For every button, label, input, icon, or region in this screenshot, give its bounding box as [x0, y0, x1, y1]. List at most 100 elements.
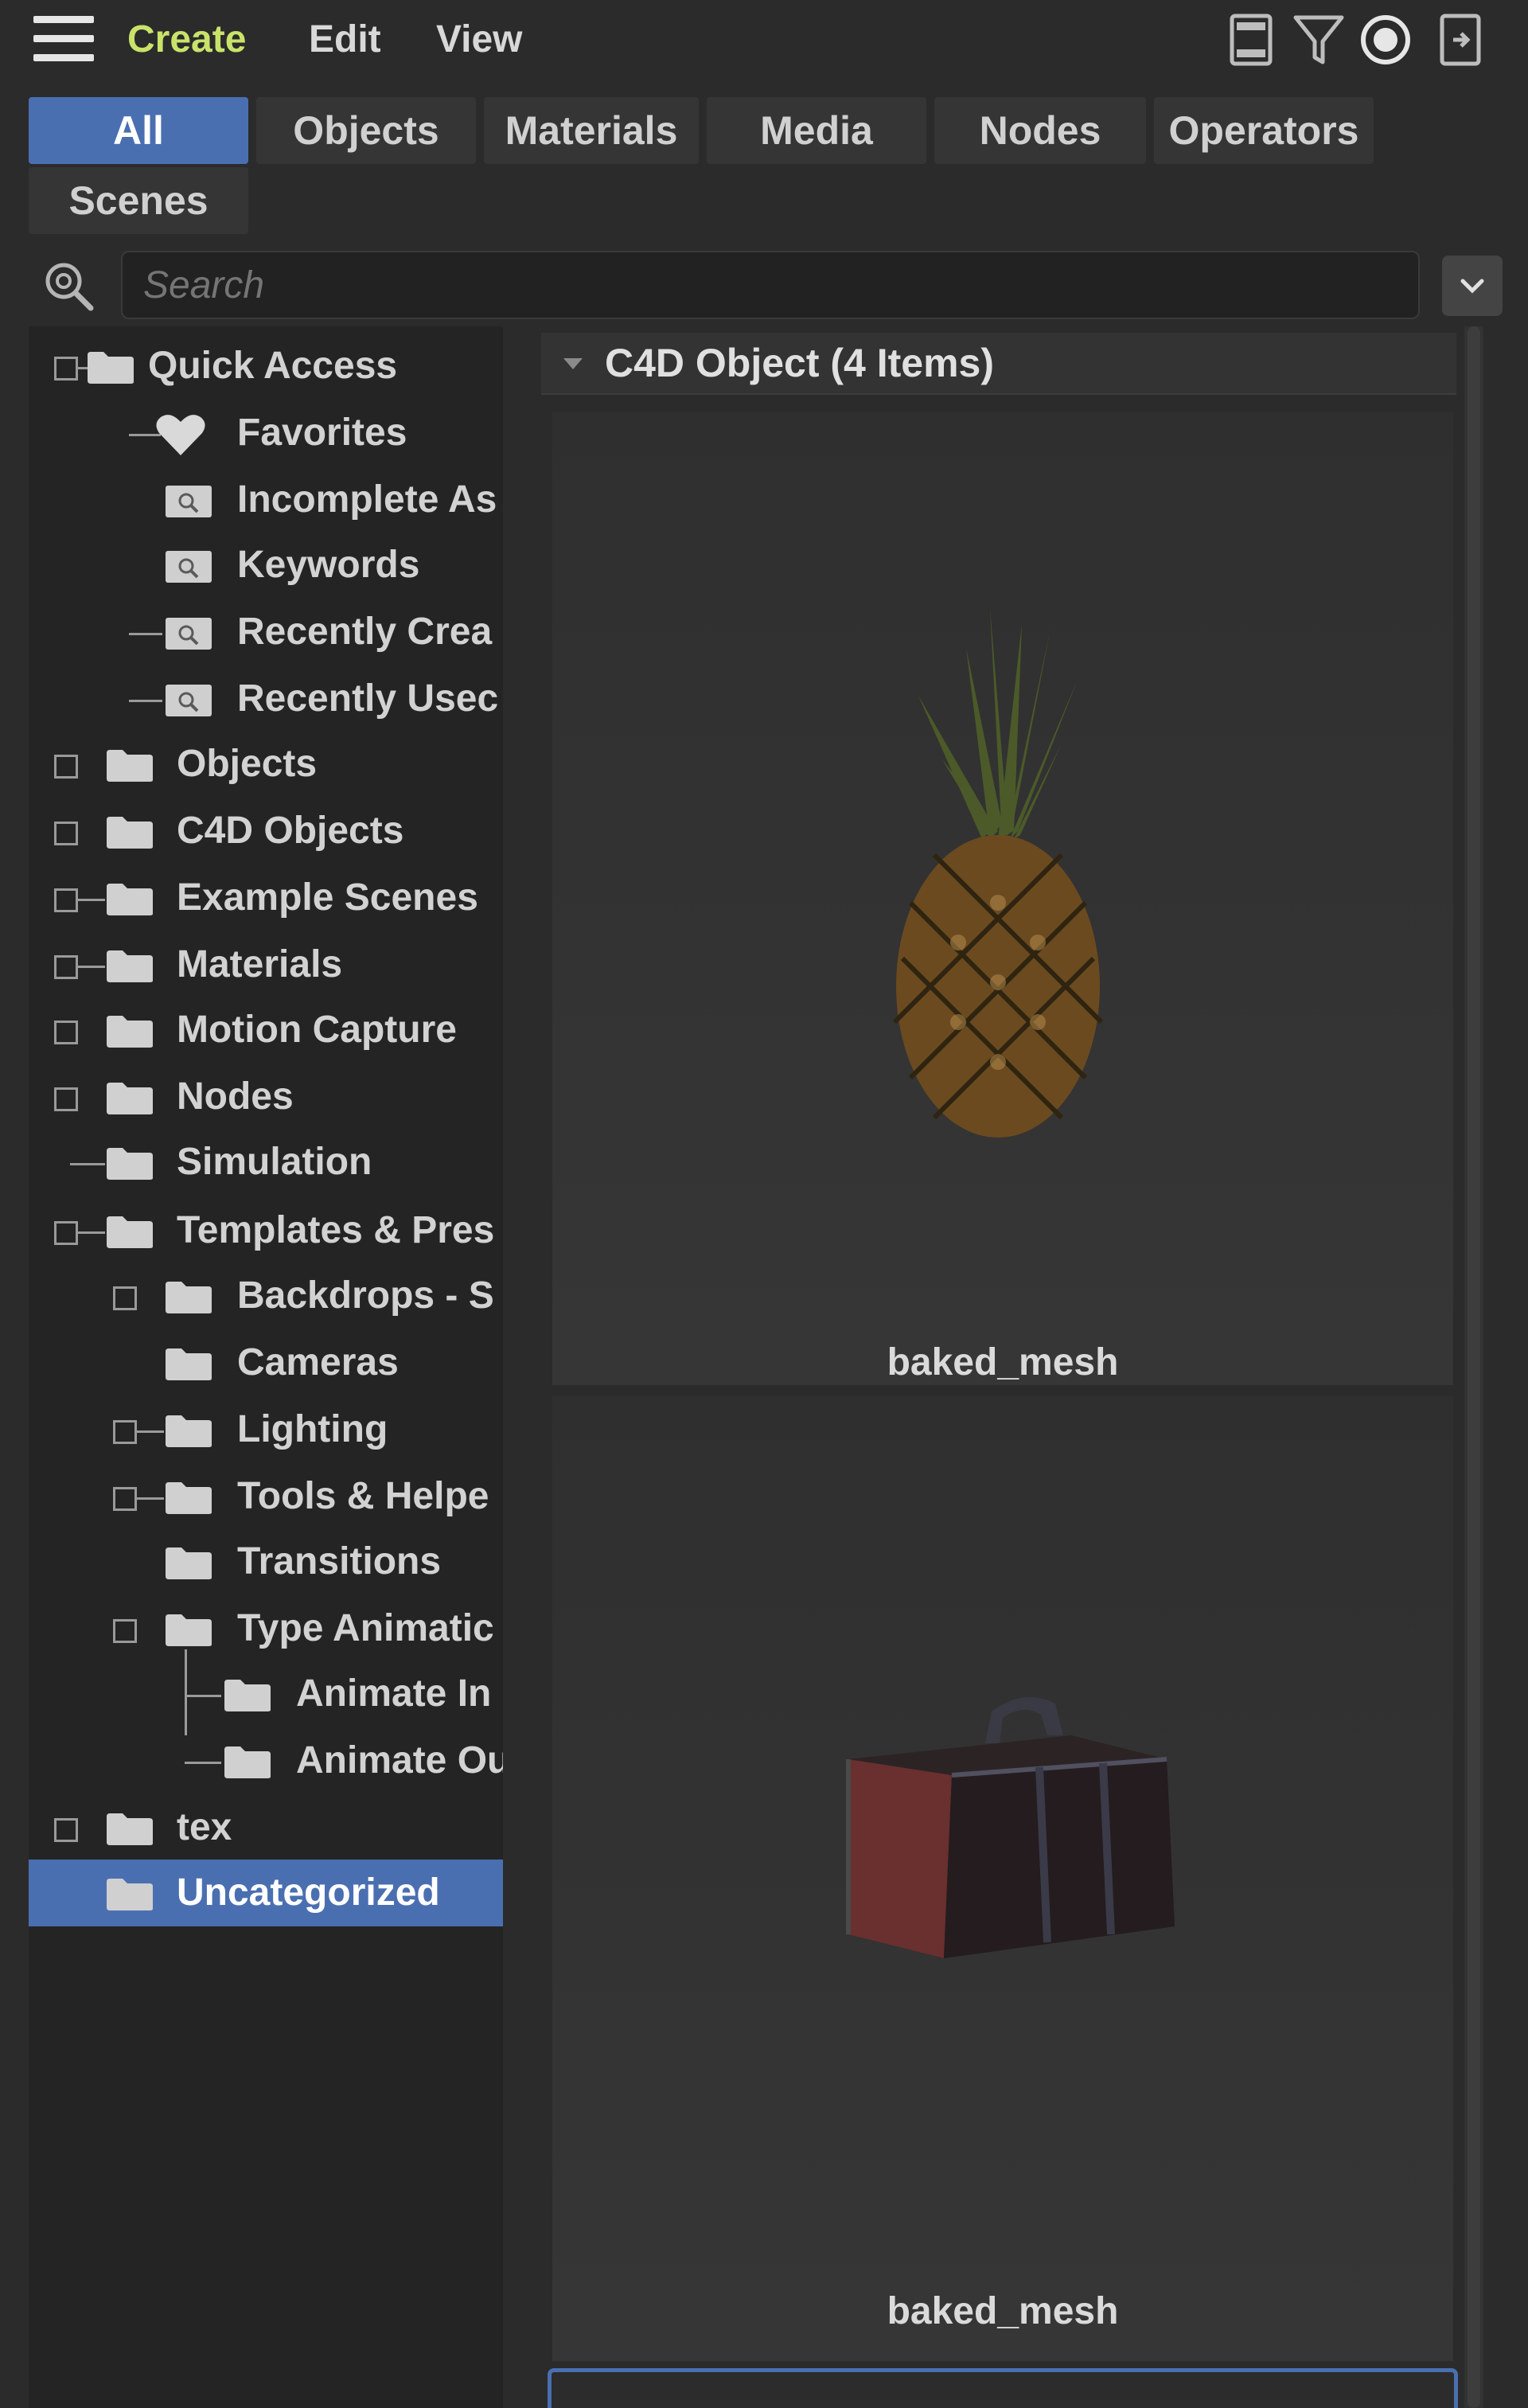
folder-icon — [86, 350, 135, 385]
filter-icon[interactable] — [1291, 11, 1347, 68]
folder-icon — [105, 1146, 154, 1181]
search-icon — [45, 263, 94, 311]
folder-icon — [105, 815, 154, 850]
tree-item-objects[interactable]: Objects — [29, 731, 503, 798]
tree-item-label: tex — [177, 1806, 232, 1848]
tab-operators[interactable]: Operators — [1154, 97, 1374, 164]
tree-item-simulation[interactable]: Simulation — [29, 1129, 503, 1196]
folder-icon — [105, 949, 154, 984]
scroll-thumb[interactable] — [1468, 326, 1480, 2408]
expand-icon[interactable] — [54, 755, 78, 779]
asset-name: baked_mesh — [887, 2290, 1119, 2332]
collapse-icon[interactable] — [54, 955, 78, 979]
expand-icon[interactable] — [113, 1619, 137, 1643]
collapse-icon[interactable] — [113, 1487, 137, 1511]
collapse-icon[interactable] — [54, 1221, 78, 1245]
tree-item-transitions[interactable]: Transitions — [29, 1528, 503, 1595]
search-input[interactable] — [121, 251, 1420, 319]
smart-folder-icon — [164, 683, 213, 718]
tree-item-templates-presets[interactable]: Templates & Pres — [29, 1197, 503, 1264]
tree-item-recently-created[interactable]: Recently Crea — [29, 599, 503, 665]
tree-item-keywords[interactable]: Keywords — [29, 532, 503, 599]
tree-item-label: Incomplete As — [237, 478, 497, 521]
tree-item-quick-access[interactable]: Quick Access — [29, 333, 503, 400]
dock-icon[interactable] — [1432, 11, 1488, 68]
expand-icon[interactable] — [113, 1286, 137, 1310]
folder-icon — [105, 1014, 154, 1049]
expand-icon[interactable] — [54, 822, 78, 845]
tree-item-tex[interactable]: tex — [29, 1794, 503, 1861]
tree-item-motion-capture[interactable]: Motion Capture — [29, 997, 503, 1064]
smart-folder-icon — [164, 549, 213, 584]
folder-tree: Quick Access Favorites Incomplete As Key… — [29, 326, 503, 2408]
tree-item-example-scenes[interactable]: Example Scenes — [29, 864, 503, 931]
search-options-button[interactable] — [1442, 256, 1503, 316]
menu-create[interactable]: Create — [127, 8, 246, 72]
tree-item-uncategorized[interactable]: Uncategorized — [29, 1860, 503, 1926]
tab-nodes[interactable]: Nodes — [934, 97, 1146, 164]
tree-item-label: Quick Access — [148, 345, 398, 387]
tree-item-label: Templates & Pres — [177, 1209, 495, 1251]
tree-item-lighting[interactable]: Lighting — [29, 1396, 503, 1463]
tree-item-label: Example Scenes — [177, 876, 478, 919]
collapse-icon[interactable] — [113, 1420, 137, 1444]
tree-item-favorites[interactable]: Favorites — [29, 400, 503, 466]
tree-item-label: Favorites — [237, 412, 407, 454]
tree-item-materials[interactable]: Materials — [29, 931, 503, 998]
tree-item-animate-out[interactable]: Animate Ou — [29, 1727, 503, 1794]
tree-item-label: Recently Crea — [237, 611, 493, 653]
tree-item-label: Type Animatic — [237, 1607, 494, 1649]
tree-item-type-animation[interactable]: Type Animatic — [29, 1595, 503, 1662]
asset-card[interactable]: baked_mesh — [552, 1396, 1453, 2361]
tree-item-animate-in[interactable]: Animate In — [29, 1661, 503, 1727]
folder-icon — [164, 1546, 213, 1581]
tree-item-label: Keywords — [237, 544, 420, 586]
expand-icon[interactable] — [54, 1818, 78, 1842]
group-header[interactable]: C4D Object (4 Items) — [541, 333, 1456, 395]
tree-item-label: Nodes — [177, 1075, 294, 1118]
expand-icon[interactable] — [54, 1087, 78, 1111]
target-icon[interactable] — [1358, 11, 1413, 68]
tree-item-c4d-objects[interactable]: C4D Objects — [29, 798, 503, 864]
tree-item-tools-helpers[interactable]: Tools & Helpe — [29, 1463, 503, 1530]
menu-view[interactable]: View — [436, 8, 523, 72]
tab-objects[interactable]: Objects — [256, 97, 476, 164]
folder-icon — [105, 1081, 154, 1116]
folder-icon — [223, 1745, 272, 1780]
asset-card[interactable]: baked_mesh — [552, 412, 1453, 1385]
group-title: C4D Object (4 Items) — [605, 341, 995, 385]
suitcase-thumbnail — [846, 1697, 1175, 1958]
chevron-down-icon — [1460, 279, 1484, 294]
tab-media[interactable]: Media — [707, 97, 926, 164]
menu-edit[interactable]: Edit — [309, 8, 381, 72]
tree-item-label: Recently Usec — [237, 677, 499, 720]
hamburger-menu-icon[interactable] — [33, 16, 94, 64]
tree-item-recently-used[interactable]: Recently Usec — [29, 665, 503, 732]
tree-item-label: Objects — [177, 743, 318, 785]
tree-item-label: Materials — [177, 943, 343, 985]
collapse-icon[interactable] — [54, 357, 78, 381]
menubar: Create Edit View — [0, 0, 1528, 80]
tab-materials[interactable]: Materials — [484, 97, 699, 164]
collapse-icon[interactable] — [54, 888, 78, 912]
folder-icon — [164, 1414, 213, 1449]
tree-item-nodes[interactable]: Nodes — [29, 1064, 503, 1130]
folder-icon — [105, 1812, 154, 1847]
tree-item-incomplete-assets[interactable]: Incomplete As — [29, 466, 503, 533]
tree-item-backdrops[interactable]: Backdrops - S — [29, 1263, 503, 1329]
folder-icon — [223, 1678, 272, 1713]
expand-icon[interactable] — [54, 1021, 78, 1044]
pineapple-thumbnail — [892, 608, 1104, 1138]
tab-scenes[interactable]: Scenes — [29, 167, 248, 234]
tree-item-cameras[interactable]: Cameras — [29, 1329, 503, 1396]
collapse-triangle-icon[interactable] — [559, 350, 587, 376]
asset-grid: C4D Object (4 Items) baked_mesh baked_me… — [533, 326, 1472, 2408]
tree-item-label: Backdrops - S — [237, 1274, 494, 1317]
asset-card-selected[interactable] — [548, 2368, 1458, 2408]
panel-layout-icon[interactable] — [1224, 11, 1280, 68]
tree-item-label: Uncategorized — [177, 1871, 440, 1914]
tab-all[interactable]: All — [29, 97, 248, 164]
folder-icon — [105, 748, 154, 783]
folder-icon — [105, 882, 154, 917]
scrollbar[interactable] — [1464, 326, 1483, 2408]
